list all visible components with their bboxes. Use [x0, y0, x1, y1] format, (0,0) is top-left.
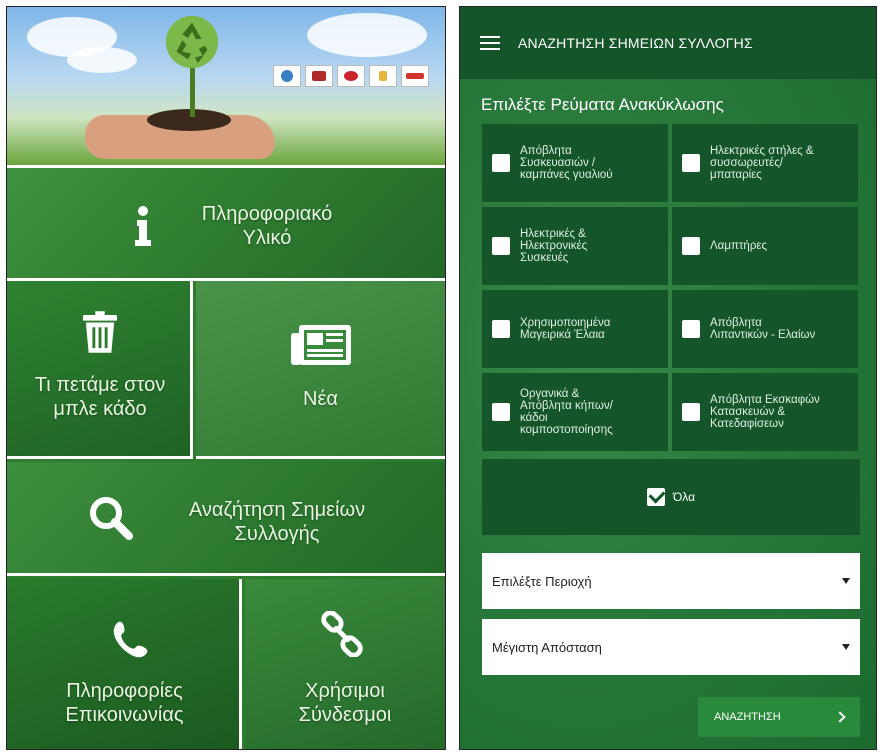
- search-button-label: ΑΝΑΖΗΤΗΣΗ: [714, 711, 781, 723]
- hero-banner: [7, 7, 445, 165]
- stream-label: Οργανικά & Απόβλητα κήπων/ κάδοι κομποστ…: [520, 388, 613, 436]
- checkbox[interactable]: [682, 154, 700, 172]
- info-material-tile[interactable]: Πληροφοριακό Υλικό: [7, 165, 445, 281]
- checkbox[interactable]: [492, 237, 510, 255]
- stream-option[interactable]: Απόβλητα Συσκευασιών / καμπάνες γυαλιού: [482, 124, 668, 202]
- stream-option[interactable]: Απόβλητα Εκσκαφών Κατασκευών & Κατεδαφίσ…: [672, 373, 858, 451]
- news-tile[interactable]: Νέα: [196, 281, 445, 459]
- checkbox[interactable]: [492, 320, 510, 338]
- select-all-option[interactable]: Όλα: [482, 459, 860, 535]
- stream-option[interactable]: Απόβλητα Λιπαντικών - Ελαίων: [672, 290, 858, 368]
- checkbox[interactable]: [682, 320, 700, 338]
- checkbox[interactable]: [682, 403, 700, 421]
- region-select[interactable]: Επιλέξτε Περιοχή: [482, 553, 860, 609]
- stream-label: Ηλεκτρικές στήλες & συσσωρευτές/ μπαταρί…: [710, 145, 814, 181]
- stream-option[interactable]: Οργανικά & Απόβλητα κήπων/ κάδοι κομποστ…: [482, 373, 668, 451]
- useful-links-tile[interactable]: Χρήσιμοι Σύνδεσμοι: [245, 579, 445, 749]
- distance-select[interactable]: Μέγιστη Απόσταση: [482, 619, 860, 675]
- blue-bin-tile[interactable]: Τι πετάμε στον μπλε κάδο: [7, 281, 193, 459]
- stream-option[interactable]: Λαμπτήρες: [672, 207, 858, 285]
- stream-option[interactable]: Χρησιμοποιημένα Μαγειρικά Έλαια: [482, 290, 668, 368]
- contact-info-tile[interactable]: Πληροφορίες Επικοινωνίας: [7, 579, 242, 749]
- search-points-tile[interactable]: Αναζήτηση Σημείων Συλλογής: [7, 462, 445, 576]
- partner-logo: [369, 65, 397, 87]
- header-title: ΑΝΑΖΗΤΗΣΗ ΣΗΜΕΙΩΝ ΣΥΛΛΟΓΗΣ: [518, 35, 753, 51]
- partner-logo: [305, 65, 333, 87]
- stream-label: Λαμπτήρες: [710, 240, 768, 252]
- search-points-label: Αναζήτηση Σημείων Συλλογής: [188, 499, 366, 545]
- dropdown-caret-icon: [842, 644, 850, 650]
- search-form: Επιλέξτε Ρεύματα Ανακύκλωσης Απόβλητα Συ…: [460, 79, 876, 749]
- partner-logo: [273, 65, 301, 87]
- stream-label: Απόβλητα Λιπαντικών - Ελαίων: [710, 317, 816, 341]
- blue-bin-label: Τι πετάμε στον μπλε κάδο: [34, 374, 166, 420]
- dropdown-caret-icon: [842, 578, 850, 584]
- select-all-label: Όλα: [672, 490, 696, 504]
- search-button[interactable]: ΑΝΑΖΗΤΗΣΗ: [698, 697, 860, 737]
- info-material-label: Πληροφοριακό Υλικό: [201, 203, 333, 249]
- select-all-checkbox[interactable]: [646, 486, 666, 506]
- app-header: ΑΝΑΖΗΤΗΣΗ ΣΗΜΕΙΩΝ ΣΥΛΛΟΓΗΣ: [460, 7, 876, 79]
- menu-icon[interactable]: [480, 36, 500, 50]
- partner-logo: [401, 65, 429, 87]
- search-icon: [90, 497, 133, 540]
- checkbox[interactable]: [492, 403, 510, 421]
- phone-icon: [113, 621, 148, 658]
- trash-icon: [83, 311, 117, 353]
- contact-info-label: Πληροφορίες Επικοινωνίας: [65, 680, 184, 726]
- news-label: Νέα: [303, 388, 338, 410]
- info-icon: [135, 206, 151, 246]
- newspaper-icon: [291, 325, 351, 365]
- section-title: Επιλέξτε Ρεύματα Ανακύκλωσης: [481, 95, 724, 114]
- stream-option[interactable]: Ηλεκτρικές & Ηλεκτρονικές Συσκευές: [482, 207, 668, 285]
- partner-logos: [273, 65, 429, 87]
- stream-label: Χρησιμοποιημένα Μαγειρικά Έλαια: [520, 317, 611, 341]
- checkbox[interactable]: [682, 237, 700, 255]
- recycle-icon: [165, 15, 219, 69]
- region-select-value: Επιλέξτε Περιοχή: [492, 573, 592, 589]
- checkbox[interactable]: [492, 154, 510, 172]
- partner-logo: [337, 65, 365, 87]
- search-points-screen: ΑΝΑΖΗΤΗΣΗ ΣΗΜΕΙΩΝ ΣΥΛΛΟΓΗΣ Επιλέξτε Ρεύμ…: [459, 6, 877, 750]
- distance-select-value: Μέγιστη Απόσταση: [492, 639, 602, 655]
- home-screen: Πληροφοριακό Υλικό Τι πετάμε στον μπλε κ…: [6, 6, 446, 750]
- stream-label: Απόβλητα Εκσκαφών Κατασκευών & Κατεδαφίσ…: [710, 394, 820, 430]
- stream-option[interactable]: Ηλεκτρικές στήλες & συσσωρευτές/ μπαταρί…: [672, 124, 858, 202]
- stream-label: Απόβλητα Συσκευασιών / καμπάνες γυαλιού: [520, 145, 613, 181]
- chevron-right-icon: [834, 711, 846, 723]
- useful-links-label: Χρήσιμοι Σύνδεσμοι: [298, 680, 392, 726]
- link-icon: [321, 611, 363, 657]
- stream-label: Ηλεκτρικές & Ηλεκτρονικές Συσκευές: [520, 228, 588, 264]
- check-icon: [648, 486, 666, 504]
